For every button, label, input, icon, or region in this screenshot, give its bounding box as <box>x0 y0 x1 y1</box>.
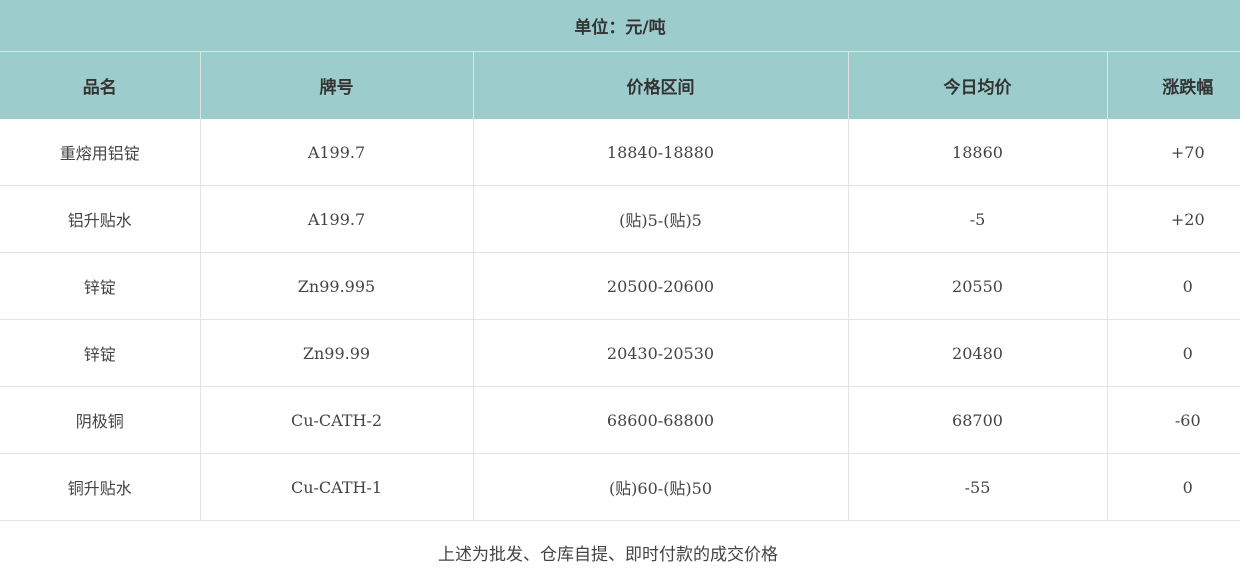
cell-product: 铜升贴水 <box>0 453 200 521</box>
table-row: 锌锭 Zn99.995 20500-20600 20550 0 <box>0 252 1240 320</box>
price-table-page: 单位：元/吨 品名 牌号 价格区间 今日均价 涨跌幅 重熔用铝锭 A199.7 … <box>0 0 1240 572</box>
table-header-row: 品名 牌号 价格区间 今日均价 涨跌幅 <box>0 52 1240 119</box>
cell-change: +70 <box>1106 119 1240 186</box>
table-row: 重熔用铝锭 A199.7 18840-18880 18860 +70 <box>0 119 1240 186</box>
cell-price-range: 18840-18880 <box>472 119 848 186</box>
cell-product: 铝升贴水 <box>0 185 200 253</box>
cell-change: 0 <box>1106 319 1240 387</box>
price-table: 品名 牌号 价格区间 今日均价 涨跌幅 重熔用铝锭 A199.7 18840-1… <box>0 52 1240 521</box>
cell-grade: Zn99.99 <box>199 319 473 387</box>
cell-change: 0 <box>1106 453 1240 521</box>
cell-price-range: 20500-20600 <box>472 252 848 320</box>
cell-grade: Cu-CATH-1 <box>199 453 473 521</box>
column-header-grade: 牌号 <box>199 52 473 119</box>
cell-price-range: (贴)60-(贴)50 <box>472 453 848 521</box>
cell-grade: Cu-CATH-2 <box>199 386 473 454</box>
cell-product: 锌锭 <box>0 319 200 387</box>
column-header-product: 品名 <box>0 52 200 119</box>
cell-average-price: 20550 <box>847 252 1107 320</box>
cell-change: +20 <box>1106 185 1240 253</box>
footer-note: 上述为批发、仓库自提、即时付款的成交价格 <box>438 545 778 565</box>
table-row: 阴极铜 Cu-CATH-2 68600-68800 68700 -60 <box>0 386 1240 454</box>
cell-grade: A199.7 <box>199 185 473 253</box>
cell-price-range: (贴)5-(贴)5 <box>472 185 848 253</box>
cell-product: 阴极铜 <box>0 386 200 454</box>
cell-average-price: 68700 <box>847 386 1107 454</box>
column-header-average-price: 今日均价 <box>847 52 1107 119</box>
column-header-change: 涨跌幅 <box>1106 52 1240 119</box>
table-row: 锌锭 Zn99.99 20430-20530 20480 0 <box>0 319 1240 387</box>
cell-average-price: -5 <box>847 185 1107 253</box>
unit-label: 单位：元/吨 <box>0 0 1240 52</box>
cell-grade: Zn99.995 <box>199 252 473 320</box>
cell-change: 0 <box>1106 252 1240 320</box>
cell-product: 重熔用铝锭 <box>0 119 200 186</box>
column-header-price-range: 价格区间 <box>472 52 848 119</box>
cell-average-price: -55 <box>847 453 1107 521</box>
cell-change: -60 <box>1106 386 1240 454</box>
table-row: 铝升贴水 A199.7 (贴)5-(贴)5 -5 +20 <box>0 185 1240 253</box>
cell-product: 锌锭 <box>0 252 200 320</box>
cell-average-price: 18860 <box>847 119 1107 186</box>
cell-price-range: 20430-20530 <box>472 319 848 387</box>
cell-price-range: 68600-68800 <box>472 386 848 454</box>
cell-average-price: 20480 <box>847 319 1107 387</box>
table-row: 铜升贴水 Cu-CATH-1 (贴)60-(贴)50 -55 0 <box>0 453 1240 521</box>
cell-grade: A199.7 <box>199 119 473 186</box>
